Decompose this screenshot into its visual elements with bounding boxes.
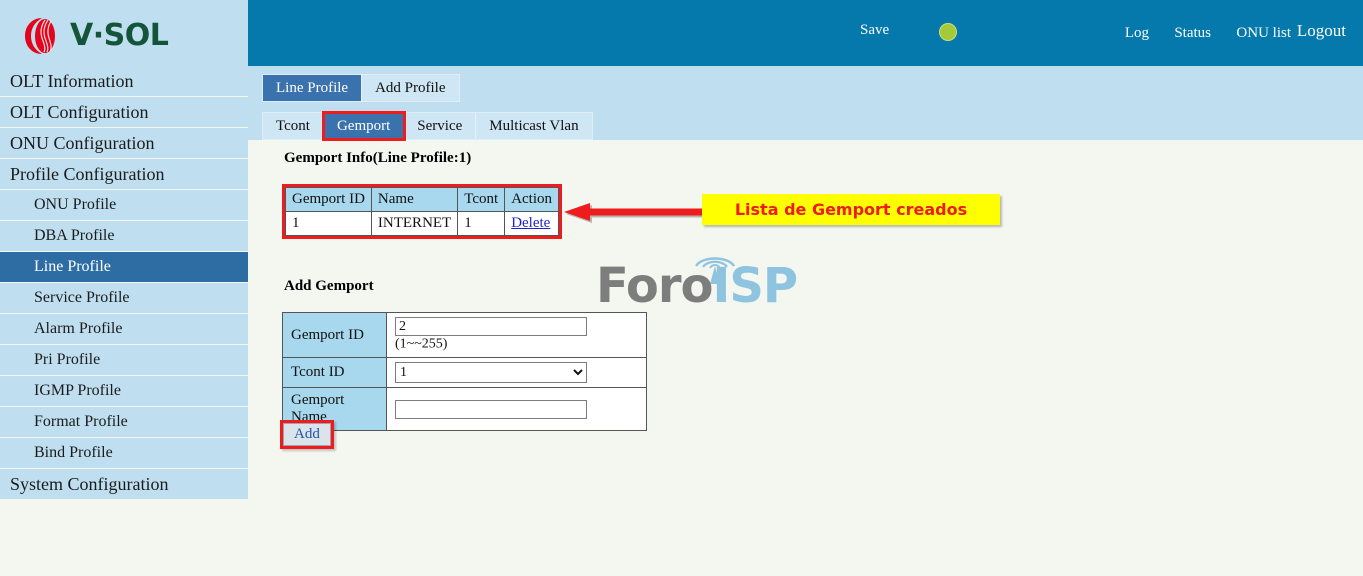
cell-tcont: 1 — [457, 211, 506, 236]
add-gemport-table: Gemport ID (1~~255) Tcont ID 1 Gemp — [282, 312, 647, 431]
table-header-row: Gemport ID Name Tcont Action — [285, 187, 560, 212]
cell-action: Delete — [504, 211, 560, 236]
header-link-log[interactable]: Log — [1125, 25, 1149, 42]
add-gemport-title: Add Gemport — [284, 278, 374, 294]
sidebar-item-line-profile[interactable]: Line Profile — [0, 252, 248, 282]
watermark-isp: ISP — [712, 258, 798, 314]
header-link-status[interactable]: Status — [1174, 25, 1211, 42]
tab-service[interactable]: Service — [404, 113, 477, 139]
sidebar-item-label: IGMP Profile — [34, 382, 121, 399]
tab-label: Line Profile — [276, 80, 349, 96]
sidebar-item-label: Bind Profile — [34, 444, 113, 461]
gemport-info-table: Gemport ID Name Tcont Action 1 INTERNET … — [285, 187, 560, 236]
sidebar-item-dba-profile[interactable]: DBA Profile — [0, 221, 248, 251]
sidebar-item-label: Service Profile — [34, 289, 130, 306]
header-link-onu-list[interactable]: ONU list — [1236, 25, 1291, 42]
sidebar-item-label: Line Profile — [34, 258, 111, 275]
watermark-foro: Foro — [596, 258, 713, 314]
brand-logo-text: V·SOL — [70, 18, 169, 53]
add-button[interactable]: Add — [283, 423, 331, 446]
logo-area: V·SOL — [0, 0, 248, 66]
gemport-info-title: Gemport Info(Line Profile:1) — [284, 150, 472, 166]
tab-band: Line Profile Add Profile Tcont Gemport Serv… — [248, 66, 1363, 141]
add-gemport-form: Gemport ID (1~~255) Tcont ID 1 Gemp — [282, 312, 647, 431]
sidebar-item-service-profile[interactable]: Service Profile — [0, 283, 248, 313]
sidebar-item-label: OLT Configuration — [10, 102, 149, 122]
sidebar-item-pri-profile[interactable]: Pri Profile — [0, 345, 248, 375]
sidebar-item-label: Format Profile — [34, 413, 128, 430]
sidebar-item-profile-configuration[interactable]: Profile Configuration — [0, 159, 248, 189]
tab-label: Service — [417, 118, 463, 134]
col-header-name: Name — [370, 187, 459, 212]
vsol-swirl-icon — [22, 16, 62, 56]
watermark-text: ForoISP — [596, 262, 798, 310]
field-tcont-id: 1 — [386, 357, 647, 388]
sidebar-item-onu-profile[interactable]: ONU Profile — [0, 190, 248, 220]
sidebar-item-label: Profile Configuration — [10, 164, 165, 184]
label-gemport-id: Gemport ID — [282, 312, 387, 358]
sidebar-item-label: ONU Profile — [34, 196, 117, 213]
sidebar-nav: OLT Information OLT Configuration ONU Conf… — [0, 66, 248, 499]
sidebar-item-format-profile[interactable]: Format Profile — [0, 407, 248, 437]
annotation-callout-text: Lista de Gemport creados — [734, 200, 968, 219]
foroisp-watermark: ForoISP — [596, 250, 798, 310]
secondary-tab-row: Tcont Gemport Service Multicast Vlan — [262, 111, 593, 141]
cell-name: INTERNET — [370, 211, 459, 236]
brand-logo[interactable]: V·SOL — [22, 16, 169, 56]
table-row: 1 INTERNET 1 Delete — [285, 211, 560, 236]
annotation-callout-box: Lista de Gemport creados — [702, 194, 1000, 225]
main-content: Gemport Info(Line Profile:1) Gemport ID … — [248, 140, 1363, 576]
tab-line-profile[interactable]: Line Profile — [263, 75, 363, 101]
col-header-gemport-id: Gemport ID — [285, 187, 372, 212]
tab-gemport[interactable]: Gemport — [321, 111, 407, 141]
sidebar-item-label: DBA Profile — [34, 227, 115, 244]
sidebar-item-label: OLT Information — [10, 71, 134, 91]
tab-label: Tcont — [276, 118, 310, 134]
field-gemport-id: (1~~255) — [386, 312, 647, 358]
gemport-id-hint: (1~~255) — [395, 336, 448, 352]
tab-label: Add Profile — [375, 80, 446, 96]
gemport-name-input[interactable] — [395, 399, 587, 419]
antenna-tower-icon — [694, 257, 736, 284]
tab-tcont[interactable]: Tcont — [263, 113, 324, 139]
sidebar-item-olt-information[interactable]: OLT Information — [0, 66, 248, 96]
tcont-id-select[interactable]: 1 — [395, 362, 587, 383]
tab-multicast-vlan[interactable]: Multicast Vlan — [476, 113, 592, 139]
tab-label: Gemport — [336, 118, 391, 134]
top-header-bar: Save Log Status ONU list Logout — [248, 0, 1363, 66]
annotation-arrow-icon — [564, 203, 712, 225]
status-led-green-icon — [939, 23, 957, 41]
col-header-action: Action — [504, 187, 560, 212]
col-header-tcont: Tcont — [457, 187, 506, 212]
sidebar-item-label: Pri Profile — [34, 351, 101, 368]
tab-add-profile[interactable]: Add Profile — [362, 75, 459, 101]
field-gemport-name — [386, 387, 647, 431]
gemport-id-input[interactable] — [395, 317, 587, 336]
sidebar-item-olt-configuration[interactable]: OLT Configuration — [0, 97, 248, 127]
save-button[interactable]: Save — [860, 22, 889, 39]
header-link-logout[interactable]: Logout — [1297, 21, 1363, 41]
sidebar-item-igmp-profile[interactable]: IGMP Profile — [0, 376, 248, 406]
sidebar-item-alarm-profile[interactable]: Alarm Profile — [0, 314, 248, 344]
gemport-info-table-highlight: Gemport ID Name Tcont Action 1 INTERNET … — [282, 184, 563, 239]
form-row-tcont-id: Tcont ID 1 — [282, 357, 647, 388]
sidebar-item-label: ONU Configuration — [10, 133, 155, 153]
label-tcont-id: Tcont ID — [282, 357, 387, 388]
form-row-gemport-id: Gemport ID (1~~255) — [282, 312, 647, 358]
tab-label: Multicast Vlan — [489, 118, 579, 134]
primary-tab-row: Line Profile Add Profile — [262, 74, 460, 102]
sidebar-item-label: System Configuration — [10, 474, 169, 494]
cell-gemport-id: 1 — [285, 211, 372, 236]
sidebar: V·SOL OLT Information OLT Configuration ON… — [0, 0, 248, 499]
sidebar-item-bind-profile[interactable]: Bind Profile — [0, 438, 248, 468]
delete-link[interactable]: Delete — [511, 215, 550, 231]
add-button-highlight: Add — [280, 420, 334, 449]
sidebar-item-label: Alarm Profile — [34, 320, 123, 337]
sidebar-item-onu-configuration[interactable]: ONU Configuration — [0, 128, 248, 158]
form-row-gemport-name: Gemport Name — [282, 387, 647, 431]
sidebar-item-system-configuration[interactable]: System Configuration — [0, 469, 248, 499]
